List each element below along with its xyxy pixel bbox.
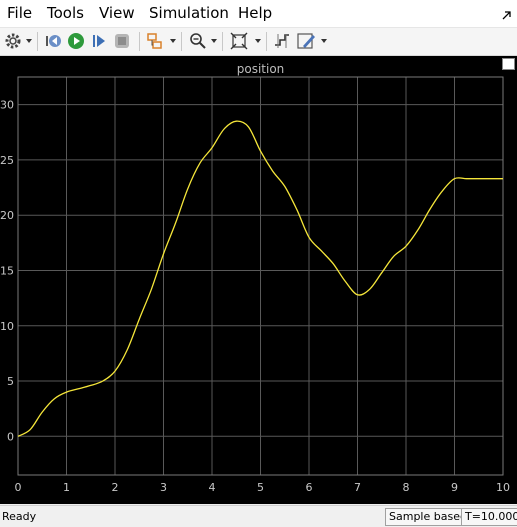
run-icon[interactable] bbox=[66, 31, 88, 51]
x-tick-label: 6 bbox=[306, 481, 313, 494]
y-tick-label: 10 bbox=[0, 320, 14, 333]
zoom-dropdown-icon[interactable] bbox=[211, 39, 217, 43]
simulation-time: T=10.000 bbox=[461, 508, 517, 526]
toolbar-separator bbox=[222, 32, 223, 51]
x-tick-label: 7 bbox=[354, 481, 361, 494]
x-tick-label: 9 bbox=[451, 481, 458, 494]
y-tick-label: 25 bbox=[0, 154, 14, 167]
toolbar bbox=[0, 28, 517, 56]
maximize-axes-icon[interactable] bbox=[502, 58, 515, 70]
menu-bar: File Tools View Simulation Help bbox=[0, 0, 517, 28]
menu-simulation[interactable]: Simulation bbox=[149, 4, 229, 22]
step-back-icon[interactable] bbox=[43, 31, 65, 51]
x-tick-label: 2 bbox=[112, 481, 119, 494]
x-tick-label: 10 bbox=[496, 481, 510, 494]
fit-dropdown-icon[interactable] bbox=[255, 39, 261, 43]
status-text: Ready bbox=[2, 510, 37, 523]
highlight-dropdown-icon[interactable] bbox=[170, 39, 176, 43]
y-tick-label: 30 bbox=[0, 99, 14, 112]
toolbar-separator bbox=[139, 32, 140, 51]
chart-title: position bbox=[237, 62, 285, 76]
menu-tools[interactable]: Tools bbox=[47, 4, 84, 22]
stop-icon[interactable] bbox=[112, 31, 134, 51]
sample-mode-indicator: Sample based bbox=[385, 508, 471, 526]
x-tick-label: 0 bbox=[15, 481, 22, 494]
fit-to-view-icon[interactable] bbox=[229, 31, 251, 51]
menu-file[interactable]: File bbox=[7, 4, 32, 22]
settings-icon[interactable] bbox=[3, 31, 25, 51]
y-tick-label: 20 bbox=[0, 209, 14, 222]
status-bar: Ready Sample based T=10.000 bbox=[0, 505, 517, 527]
undock-icon[interactable] bbox=[502, 7, 511, 25]
x-tick-label: 3 bbox=[160, 481, 167, 494]
x-tick-label: 4 bbox=[209, 481, 216, 494]
step-forward-icon[interactable] bbox=[89, 31, 111, 51]
menu-view[interactable]: View bbox=[99, 4, 135, 22]
cursor-measurement-icon[interactable] bbox=[272, 31, 294, 51]
style-icon[interactable] bbox=[296, 31, 318, 51]
zoom-icon[interactable] bbox=[188, 31, 210, 51]
toolbar-separator bbox=[266, 32, 267, 51]
menu-help[interactable]: Help bbox=[238, 4, 272, 22]
toolbar-separator bbox=[181, 32, 182, 51]
x-tick-label: 5 bbox=[257, 481, 264, 494]
scope-plot-window: position 0 1 2 3 4 5 6 7 8 9 10 0 5 10 15 20 25 30 bbox=[0, 56, 517, 504]
style-dropdown-icon[interactable] bbox=[321, 39, 327, 43]
x-tick-label: 1 bbox=[63, 481, 70, 494]
toolbar-separator bbox=[37, 32, 38, 51]
scope-chart: position 0 1 2 3 4 5 6 7 8 9 10 0 5 10 15 20 25 30 bbox=[0, 62, 510, 494]
x-tick-label: 8 bbox=[403, 481, 410, 494]
highlight-block-icon[interactable] bbox=[145, 31, 167, 51]
settings-dropdown-icon[interactable] bbox=[26, 39, 32, 43]
y-tick-label: 15 bbox=[0, 264, 14, 277]
y-tick-label: 5 bbox=[7, 375, 14, 388]
y-tick-label: 0 bbox=[7, 430, 14, 443]
